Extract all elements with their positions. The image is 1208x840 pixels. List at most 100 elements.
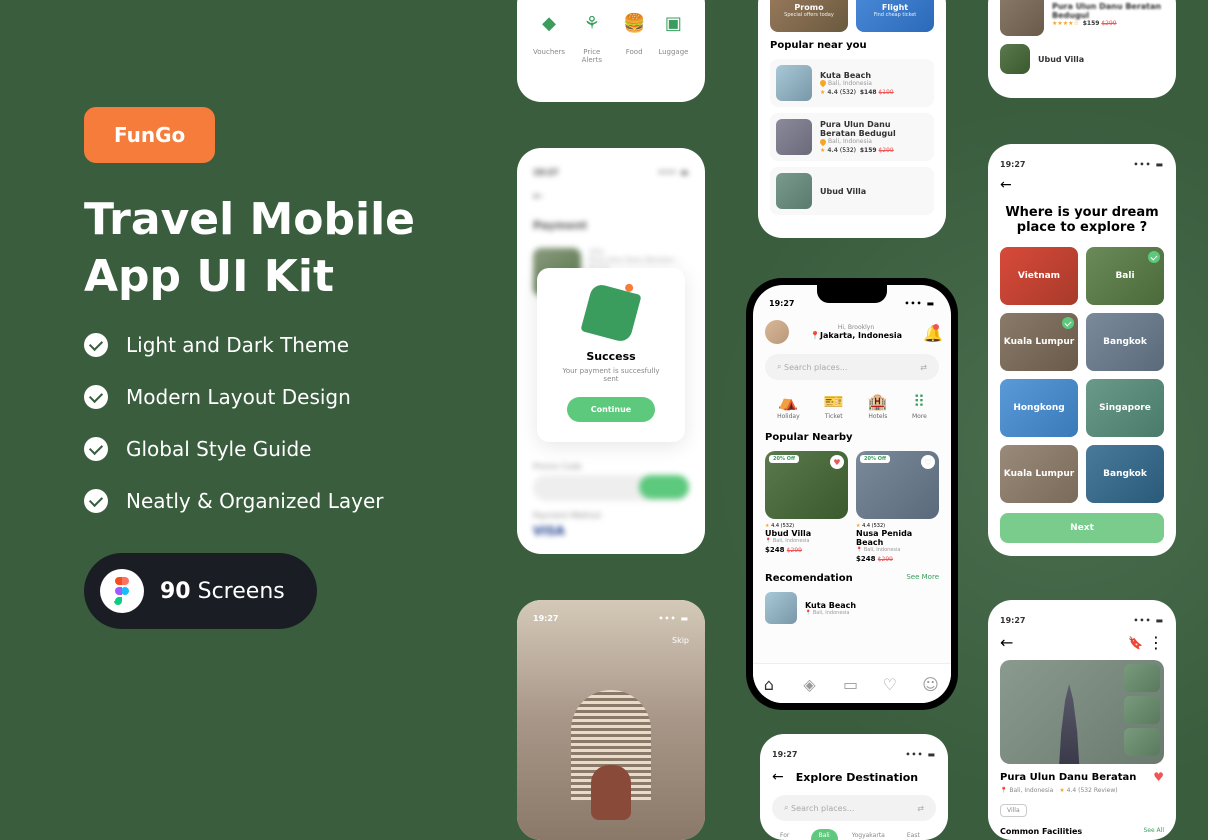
heart-icon[interactable]: ♥ <box>830 455 844 469</box>
place-card[interactable]: 20% Off♡ ★ 4.4 (532) Nusa Penida Beach 📍… <box>856 451 939 563</box>
back-icon[interactable]: ← <box>1000 177 1164 193</box>
mock-detail: 19:27••• ▬ ←🔖 ⋮ Pura Ulun Danu Beratan♥ … <box>988 600 1176 840</box>
place-card[interactable]: 20% Off♥ ★ 4.4 (532) Ubud Villa 📍 Bali, … <box>765 451 848 563</box>
check-icon <box>84 489 108 513</box>
list-item[interactable]: Pura Ulun Danu Beratan Bedugul Bali, Ind… <box>770 113 934 161</box>
feature-item: Global Style Guide <box>84 437 484 461</box>
destination-card[interactable]: Singapore <box>1086 379 1164 437</box>
signal-icon: ••• ▬ <box>905 750 936 759</box>
destination-card[interactable]: Vietnam <box>1000 247 1078 305</box>
chip[interactable]: For You <box>772 829 805 840</box>
mock-explore: 19:27••• ▬ ←Explore Destination ⌕ Search… <box>760 734 948 840</box>
list-item[interactable]: Kuta Beach Bali, Indonesia ★ 4.4 (532) $… <box>770 59 934 107</box>
check-icon <box>84 437 108 461</box>
bookmark-icon[interactable]: 🔖 <box>1128 636 1143 650</box>
check-icon <box>1148 251 1160 263</box>
place-image <box>1000 44 1030 74</box>
search-input[interactable]: ⌕ Search places...⇄ <box>772 795 936 821</box>
skip-button[interactable]: Skip <box>672 636 689 645</box>
next-button[interactable]: Next <box>1000 513 1164 543</box>
pin-icon <box>819 79 827 87</box>
phone-mockup: 19:27••• ▬ Hi, Brooklyn 📍Jakarta, Indone… <box>746 278 958 710</box>
success-modal: Success Your payment is succesfully sent… <box>537 268 685 442</box>
see-all-link[interactable]: See All <box>1143 827 1164 836</box>
chip[interactable]: Bali <box>811 829 838 840</box>
chip[interactable]: Yogyakarta <box>844 829 893 840</box>
feature-item: Modern Layout Design <box>84 385 484 409</box>
mock-onboarding: 19:27••• ▬ Skip <box>517 600 705 840</box>
feature-item: Neatly & Organized Layer <box>84 489 484 513</box>
list-item[interactable]: Ubud Villa <box>770 167 934 215</box>
question-title: Where is your dream place to explore ? <box>1000 205 1164 235</box>
pin-icon <box>819 137 827 145</box>
check-icon <box>84 333 108 357</box>
list-item[interactable]: Ubud Villa <box>1000 44 1164 74</box>
mock-popular: PromoSpecial offers today FlightFind che… <box>758 0 946 238</box>
destination-card[interactable]: Bangkok <box>1086 313 1164 371</box>
search-input[interactable]: ⌕ Search places... ⇄ <box>765 354 939 380</box>
mock-list: Pura Ulun Danu Beratan Bedugul ★★★★☆ $15… <box>988 0 1176 98</box>
check-icon <box>84 385 108 409</box>
signal-icon: ••• ▬ <box>658 168 689 177</box>
compass-icon[interactable]: ◈ <box>803 675 821 693</box>
feature-item: Light and Dark Theme <box>84 333 484 357</box>
destination-card[interactable]: Bali <box>1086 247 1164 305</box>
detail-image <box>1000 660 1164 764</box>
category-more[interactable]: ⠿More <box>912 392 927 420</box>
check-icon <box>1062 317 1074 329</box>
mock-payment: 19:27••• ▬ ← Payment VillaPura Ulun Danu… <box>517 148 705 554</box>
back-icon[interactable]: ← <box>1000 633 1013 652</box>
ticket-icon: 🎫 <box>824 392 844 411</box>
bottom-nav: ⌂ ◈ ▭ ♡ ☺ <box>753 663 951 703</box>
ticket-icon[interactable]: ▭ <box>843 675 861 693</box>
voucher-icon: ◆ <box>533 8 565 38</box>
mock-categories: VillaApartmentCar RentalTicket ◆⚘🍔▣ Vouc… <box>517 0 705 102</box>
product-title: Travel Mobile App UI Kit <box>84 191 484 305</box>
filter-icon[interactable]: ⇄ <box>920 363 927 372</box>
category-hotels[interactable]: 🏨Hotels <box>868 392 888 420</box>
heart-icon[interactable]: ♥ <box>1153 770 1164 784</box>
search-icon: ⌕ <box>777 362 781 372</box>
profile-icon[interactable]: ☺ <box>922 675 940 693</box>
figma-icon <box>100 569 144 613</box>
section-title: Popular near you <box>770 40 934 51</box>
mock-destinations: 19:27••• ▬ ← Where is your dream place t… <box>988 144 1176 556</box>
list-item[interactable]: Kuta Beach📍 Bali, Indonesia <box>765 592 939 624</box>
bell-icon[interactable]: 🔔 <box>923 324 939 340</box>
promo-card[interactable]: PromoSpecial offers today <box>770 0 848 32</box>
signal-icon: ••• ▬ <box>1133 160 1164 169</box>
signal-icon: ••• ▬ <box>658 614 689 623</box>
filter-icon[interactable]: ⇄ <box>917 804 924 813</box>
destination-card[interactable]: Kuala Lumpur <box>1000 445 1078 503</box>
signal-icon: ••• ▬ <box>904 299 935 308</box>
continue-button[interactable]: Continue <box>567 397 655 422</box>
tag-badge: Villa <box>1000 804 1027 817</box>
heart-icon[interactable]: ♡ <box>921 455 935 469</box>
destination-card[interactable]: Kuala Lumpur <box>1000 313 1078 371</box>
flight-card[interactable]: FlightFind cheap ticket <box>856 0 934 32</box>
alert-icon: ⚘ <box>573 8 610 38</box>
back-icon[interactable]: ← <box>772 769 784 785</box>
chip[interactable]: East Java <box>899 829 936 840</box>
search-icon: ⌕ <box>784 803 788 813</box>
thumbs-up-icon <box>580 282 641 343</box>
home-icon[interactable]: ⌂ <box>764 675 782 693</box>
place-image <box>765 592 797 624</box>
heart-icon[interactable]: ♡ <box>883 675 901 693</box>
product-badge: FunGo <box>84 107 215 163</box>
more-icon[interactable]: ⋮ <box>1148 633 1164 652</box>
category-holiday[interactable]: ⛺Holiday <box>777 392 800 420</box>
destination-card[interactable]: Bangkok <box>1086 445 1164 503</box>
list-item[interactable]: Pura Ulun Danu Beratan Bedugul ★★★★☆ $15… <box>1000 0 1164 36</box>
category-ticket[interactable]: 🎫Ticket <box>824 392 844 420</box>
place-image <box>776 65 812 101</box>
more-icon: ⠿ <box>912 392 927 411</box>
hotel-icon: 🏨 <box>868 392 888 411</box>
destination-card[interactable]: Hongkong <box>1000 379 1078 437</box>
place-image <box>776 119 812 155</box>
tent-icon: ⛺ <box>777 392 800 411</box>
see-more-link[interactable]: See More <box>906 573 939 584</box>
signal-icon: ••• ▬ <box>1133 616 1164 625</box>
food-icon: 🍔 <box>619 8 650 38</box>
avatar[interactable] <box>765 320 789 344</box>
